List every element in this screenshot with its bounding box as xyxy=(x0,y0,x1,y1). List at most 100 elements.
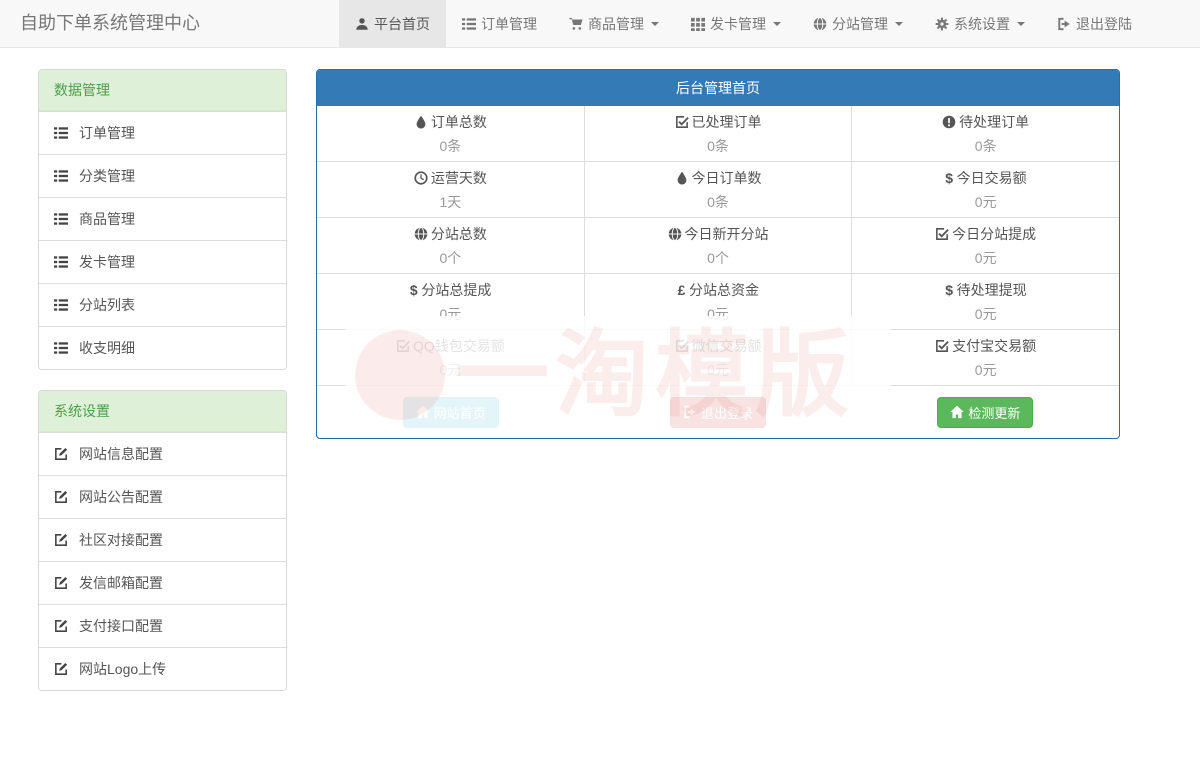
stat-cell-processed-orders: 已处理订单 0条 xyxy=(584,106,852,161)
stat-cell-substation-total: 分站总数 0个 xyxy=(317,218,584,273)
user-icon xyxy=(355,17,369,31)
sidebar-item-email-config[interactable]: 发信邮箱配置 xyxy=(39,561,286,604)
stat-cell-qq-wallet-volume: QQ钱包交易额0元 xyxy=(317,330,584,385)
dashboard-panel: 后台管理首页 订单总数0条已处理订单0条待处理订单0条运营天数1天今日订单数0条… xyxy=(316,69,1120,439)
sidebar-item-label: 分类管理 xyxy=(79,166,135,186)
globe-icon xyxy=(813,17,827,31)
nav-item-product-management[interactable]: 商品管理 xyxy=(553,0,675,47)
stat-label: 待处理订单 xyxy=(942,112,1029,132)
stat-cell-days-running: 运营天数 1天 xyxy=(317,162,584,217)
nav-item-substation-management[interactable]: 分站管理 xyxy=(797,0,919,47)
dollar-icon: $ xyxy=(945,283,954,297)
stat-value: 0个 xyxy=(439,248,461,268)
nav-item-card-management[interactable]: 发卡管理 xyxy=(675,0,797,47)
edit-icon xyxy=(54,576,68,590)
stat-cell-substation-commission-total: $分站总提成0元 xyxy=(317,274,584,329)
stat-label-text: 待处理订单 xyxy=(959,112,1029,132)
stats-table: 订单总数0条已处理订单0条待处理订单0条运营天数1天今日订单数0条$今日交易额0… xyxy=(317,106,1119,385)
sidebar-item-community-config[interactable]: 社区对接配置 xyxy=(39,518,286,561)
sidebar-item-label: 商品管理 xyxy=(79,209,135,229)
nav-item-label: 分站管理 xyxy=(832,14,888,34)
sidebar-panel-heading: 系统设置 xyxy=(39,391,286,432)
edit-icon xyxy=(54,533,68,547)
sidebar-item-info-config[interactable]: 网站信息配置 xyxy=(39,432,286,475)
stat-value: 0元 xyxy=(707,360,729,380)
nav-item-label: 退出登陆 xyxy=(1076,14,1132,34)
stat-value: 0条 xyxy=(439,136,461,156)
stat-label-text: 已处理订单 xyxy=(692,112,762,132)
panel-title: 后台管理首页 xyxy=(317,70,1119,106)
stat-label-text: 今日分站提成 xyxy=(952,224,1036,244)
stats-row: QQ钱包交易额0元 微信交易额 0元 支付宝交易额 0元 xyxy=(317,329,1119,385)
nav-item-label: 平台首页 xyxy=(374,14,430,34)
sidebar-item-notice-config[interactable]: 网站公告配置 xyxy=(39,475,286,518)
sidebar-item-payment-config[interactable]: 支付接口配置 xyxy=(39,604,286,647)
nav-item-logout[interactable]: 退出登陆 xyxy=(1041,0,1148,47)
stat-value: 0元 xyxy=(975,360,997,380)
stat-value: 0个 xyxy=(707,248,729,268)
signout-icon xyxy=(1057,17,1071,31)
checksq-icon xyxy=(935,227,949,241)
stat-value: 0条 xyxy=(707,136,729,156)
stat-label-text: 支付宝交易额 xyxy=(952,336,1036,356)
sidebar-item-label: 订单管理 xyxy=(79,123,135,143)
button-label: 网站首页 xyxy=(434,403,486,422)
sidebar-item-finance[interactable]: 收支明细 xyxy=(39,326,286,369)
stats-row: $分站总提成0元£分站总资金0元$待处理提现0元 xyxy=(317,273,1119,329)
cart-icon xyxy=(569,17,583,31)
sidebar-item-substations[interactable]: 分站列表 xyxy=(39,283,286,326)
sidebar-item-cards[interactable]: 发卡管理 xyxy=(39,240,286,283)
sidebar-panel-system-settings: 系统设置网站信息配置网站公告配置社区对接配置发信邮箱配置支付接口配置网站Logo… xyxy=(38,390,287,691)
stat-label: 支付宝交易额 xyxy=(935,336,1036,356)
stat-label-text: QQ钱包交易额 xyxy=(413,336,505,356)
stat-label: $待处理提现 xyxy=(945,280,1027,300)
check-update-button[interactable]: 检测更新 xyxy=(937,397,1033,428)
list-icon xyxy=(462,17,476,31)
action-cell: 检测更新 xyxy=(852,397,1119,428)
clock-icon xyxy=(414,171,428,185)
stat-label-text: 待处理提现 xyxy=(957,280,1027,300)
checksq-icon xyxy=(675,339,689,353)
sidebar-panel-heading: 数据管理 xyxy=(39,70,286,111)
stat-cell-today-orders: 今日订单数0条 xyxy=(584,162,852,217)
edit-icon xyxy=(54,447,68,461)
stat-label-text: 微信交易额 xyxy=(692,336,762,356)
action-cell: 网站首页 xyxy=(317,397,584,428)
sidebar-panel-data-management: 数据管理订单管理分类管理商品管理发卡管理分站列表收支明细 xyxy=(38,69,287,370)
list-icon xyxy=(54,126,68,140)
stat-value: 1天 xyxy=(439,192,461,212)
sidebar-item-products[interactable]: 商品管理 xyxy=(39,197,286,240)
stat-value: 0元 xyxy=(707,304,729,324)
stat-cell-pending-withdrawals: $待处理提现 0元 xyxy=(851,274,1119,329)
sidebar-item-orders[interactable]: 订单管理 xyxy=(39,111,286,154)
stat-cell-total-orders: 订单总数0条 xyxy=(317,106,584,161)
sidebar-item-label: 网站信息配置 xyxy=(79,444,163,464)
stat-cell-pending-orders: 待处理订单0条 xyxy=(851,106,1119,161)
stat-label-text: 分站总数 xyxy=(431,224,487,244)
nav-item-platform-home[interactable]: 平台首页 xyxy=(339,0,446,47)
edit-icon xyxy=(54,490,68,504)
nav-item-order-management[interactable]: 订单管理 xyxy=(446,0,553,47)
sidebar-item-label: 社区对接配置 xyxy=(79,530,163,550)
gear-icon xyxy=(935,17,949,31)
logout-button[interactable]: 退出登录 xyxy=(670,397,766,428)
stat-value: 0元 xyxy=(975,304,997,324)
stat-label: 微信交易额 xyxy=(675,336,762,356)
stat-label: QQ钱包交易额 xyxy=(396,336,505,356)
sidebar-item-label: 收支明细 xyxy=(79,338,135,358)
nav-item-system-settings[interactable]: 系统设置 xyxy=(919,0,1041,47)
site-home-button[interactable]: 网站首页 xyxy=(403,397,499,428)
stat-cell-today-volume: $今日交易额0元 xyxy=(851,162,1119,217)
navbar-items: 平台首页订单管理商品管理发卡管理 分站管理 系统设置 退出登陆 xyxy=(339,0,1148,47)
edit-icon xyxy=(54,619,68,633)
sidebar-item-categories[interactable]: 分类管理 xyxy=(39,154,286,197)
stat-label-text: 今日交易额 xyxy=(957,168,1027,188)
sidebar-item-logo-upload[interactable]: 网站Logo上传 xyxy=(39,647,286,690)
stat-label-text: 今日新开分站 xyxy=(685,224,769,244)
caret-down-icon xyxy=(1017,22,1025,26)
stat-label: 运营天数 xyxy=(414,168,487,188)
checksq-icon xyxy=(675,115,689,129)
stat-value: 0元 xyxy=(439,304,461,324)
globe-icon xyxy=(414,227,428,241)
signout-icon xyxy=(683,405,697,419)
